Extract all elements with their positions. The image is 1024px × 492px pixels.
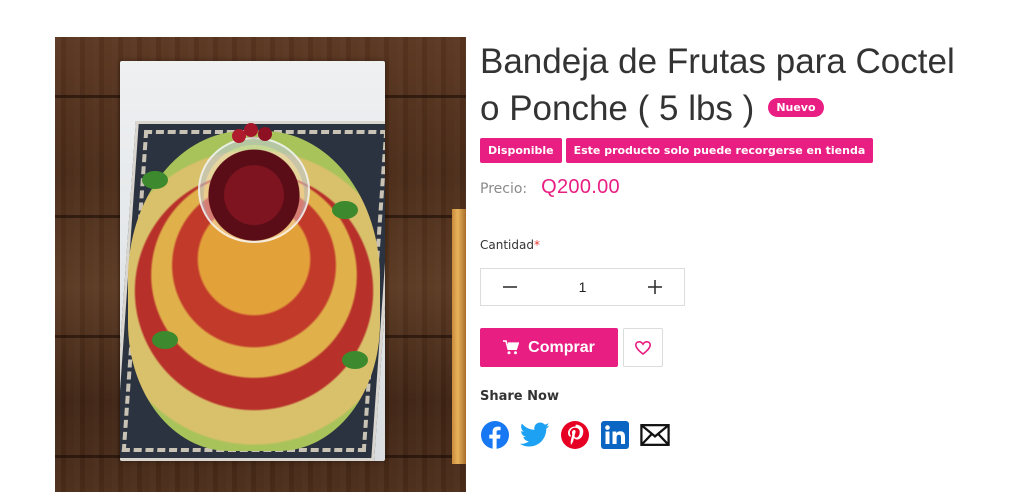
product-title-text: Bandeja de Frutas para Coctel o Ponche (…: [480, 42, 955, 128]
availability-tag: Disponible: [480, 138, 562, 163]
quantity-stepper: 1: [480, 268, 685, 306]
share-icons: [480, 420, 670, 450]
product-title: Bandeja de Frutas para Coctel o Ponche (…: [480, 38, 980, 132]
product-image: [55, 37, 466, 492]
decrement-button[interactable]: [481, 269, 539, 305]
quantity-label: Cantidad*: [480, 238, 540, 252]
quantity-input[interactable]: 1: [539, 279, 626, 295]
share-title: Share Now: [480, 389, 559, 404]
photo-background-detail: [452, 209, 466, 464]
cart-icon: [503, 340, 520, 355]
buy-button[interactable]: Comprar: [480, 328, 618, 367]
heart-icon: [635, 340, 651, 355]
email-icon[interactable]: [640, 420, 670, 450]
wishlist-button[interactable]: [623, 328, 663, 367]
facebook-icon[interactable]: [480, 420, 510, 450]
price-row: Precio: Q200.00: [480, 176, 620, 199]
product-tags: Disponible Este producto solo puede reco…: [480, 138, 874, 163]
price-label: Precio:: [480, 181, 528, 197]
pickup-only-tag: Este producto solo puede recorgerse en t…: [565, 138, 874, 163]
increment-button[interactable]: [626, 269, 684, 305]
quantity-label-text: Cantidad: [480, 238, 534, 252]
price-value: Q200.00: [541, 176, 620, 198]
pinterest-icon[interactable]: [560, 420, 590, 450]
plus-icon: [648, 280, 662, 294]
minus-icon: [503, 286, 517, 288]
linkedin-icon[interactable]: [600, 420, 630, 450]
fruit-tray-photo: [120, 61, 385, 461]
new-badge: Nuevo: [768, 98, 824, 118]
required-mark: *: [533, 238, 540, 252]
buy-button-label: Comprar: [528, 338, 595, 356]
twitter-icon[interactable]: [520, 420, 550, 450]
